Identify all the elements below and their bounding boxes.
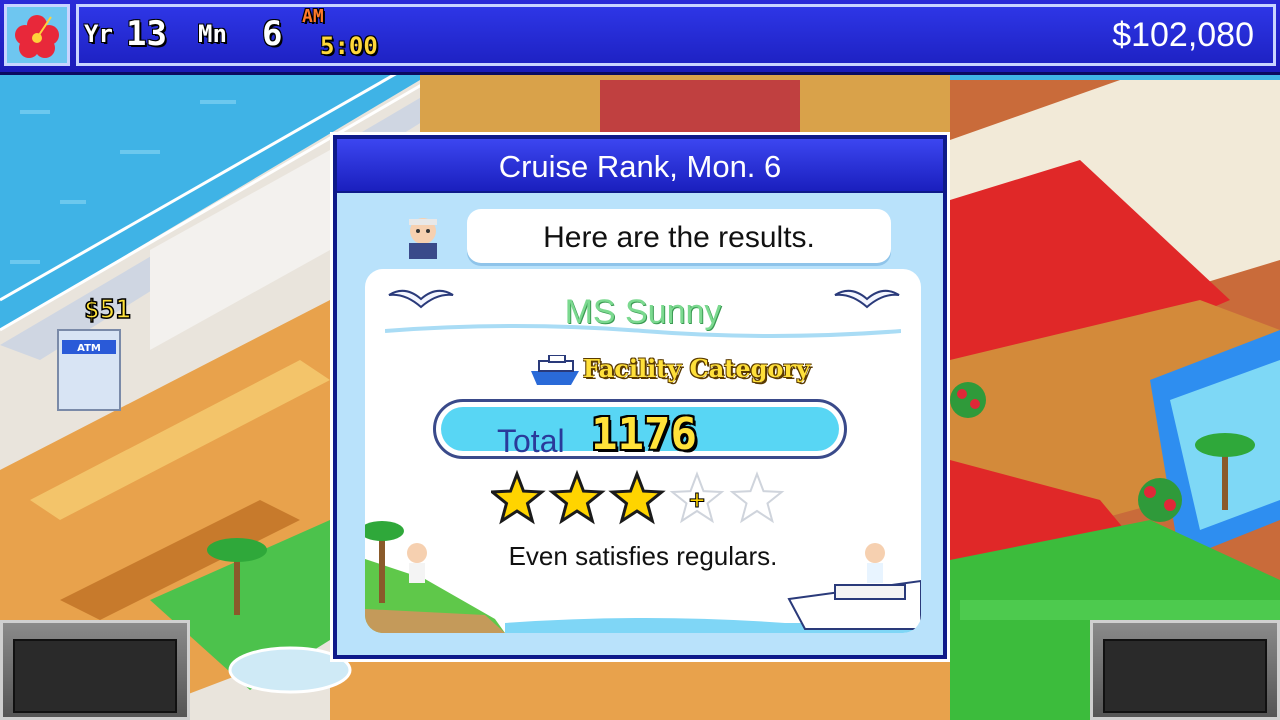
atm-price-label: $51 — [84, 295, 131, 325]
ship-name: MS Sunny — [564, 293, 722, 331]
speech-bubble: Here are the results. — [467, 209, 891, 263]
star-full-icon — [608, 469, 666, 525]
left-corner-button[interactable] — [0, 620, 190, 720]
dialog-title: Cruise Rank, Mon. 6 — [498, 149, 782, 184]
star-full-icon — [491, 469, 546, 525]
card-illustration — [365, 521, 921, 633]
right-corner-button[interactable] — [1090, 620, 1280, 720]
month-value: 6 — [262, 14, 283, 54]
hibiscus-icon — [15, 15, 59, 58]
total-value: 1176 — [591, 409, 697, 460]
cruise-rank-dialog[interactable]: Cruise Rank, Mon. 6 Here are the results… — [330, 132, 950, 662]
year-value: 13 — [126, 14, 167, 54]
result-card: MS Sunny Facility Category Total 1176 + … — [365, 269, 921, 633]
star-empty-icon — [729, 471, 785, 524]
category-label: Facility Category — [583, 354, 811, 383]
advisor-portrait-icon — [409, 218, 437, 259]
clock-time: 5:00 — [320, 32, 378, 60]
date-time-panel — [76, 4, 1276, 66]
dialog-body: Here are the results. MS Sunny Facility … — [337, 193, 943, 655]
left-corner-screen — [13, 639, 177, 713]
total-score-fill: Total 1176 — [441, 407, 839, 460]
right-corner-screen — [1103, 639, 1267, 713]
total-score-box: Total 1176 — [433, 399, 847, 460]
menu-button[interactable] — [4, 4, 70, 66]
speech-text: Here are the results. — [543, 221, 815, 254]
cruise-ship-icon — [531, 355, 579, 385]
year-label: Yr — [84, 20, 113, 48]
atm-sign: ATM — [77, 343, 101, 354]
total-label: Total — [497, 423, 565, 459]
month-label: Mn — [198, 20, 227, 48]
money-display: $102,080 — [1112, 16, 1254, 54]
star-plus-icon: + — [688, 488, 706, 513]
am-pm-indicator: AM — [302, 6, 324, 27]
top-status-bar: Yr 13 Mn 6 AM 5:00 $102,080 — [0, 0, 1280, 75]
dialog-title-bar: Cruise Rank, Mon. 6 — [337, 139, 943, 191]
star-full-icon — [548, 469, 606, 525]
